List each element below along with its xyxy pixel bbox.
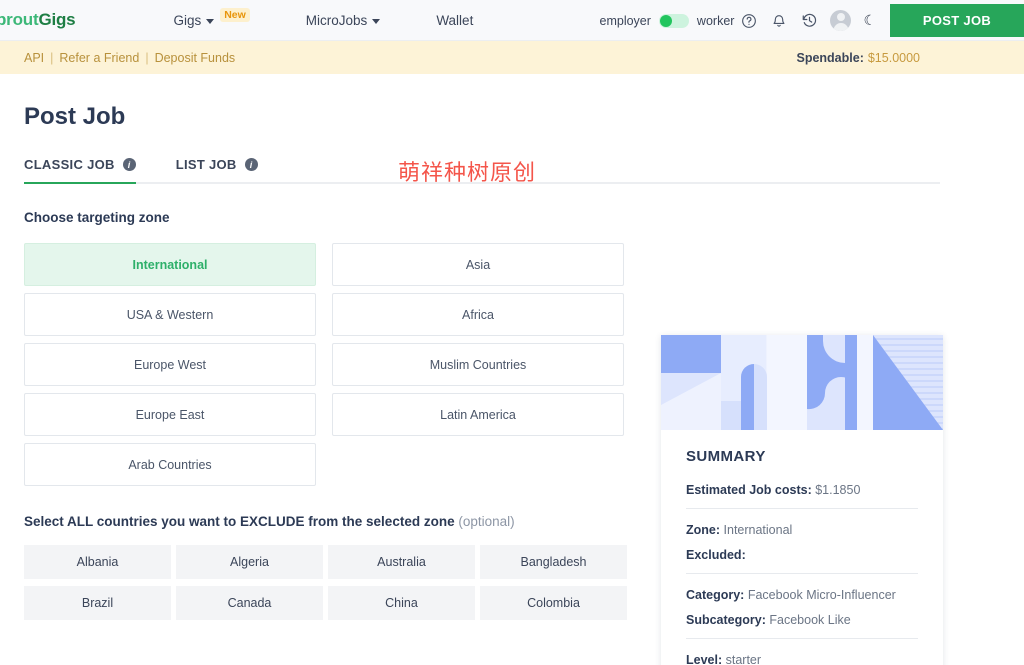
summary-row-zone: Zone: International bbox=[686, 523, 918, 537]
summary-row-level: Level: starter bbox=[686, 653, 918, 665]
main-nav: Gigs New MicroJobs Wallet bbox=[173, 8, 529, 28]
link-api[interactable]: API bbox=[24, 51, 44, 65]
logo-text-dark: Gigs bbox=[38, 10, 76, 29]
tab-classic-job-label: CLASSIC JOB bbox=[24, 157, 115, 172]
summary-key: Subcategory: bbox=[686, 613, 766, 627]
summary-key: Estimated Job costs: bbox=[686, 483, 812, 497]
summary-value: International bbox=[723, 523, 793, 537]
summary-row-estimated-cost: Estimated Job costs: $1.1850 bbox=[686, 483, 918, 497]
summary-value: Facebook Like bbox=[769, 613, 851, 627]
spendable-label: Spendable: bbox=[796, 50, 864, 65]
country-chip-albania[interactable]: Albania bbox=[24, 545, 171, 579]
page-content: Post Job 萌祥种树原创 CLASSIC JOB i LIST JOB i… bbox=[0, 103, 1024, 665]
post-job-button[interactable]: POST JOB bbox=[890, 4, 1024, 37]
secondary-bar: API | Refer a Friend | Deposit Funds Spe… bbox=[0, 41, 1024, 74]
zone-option-usa-western[interactable]: USA & Western bbox=[24, 293, 316, 336]
summary-value: starter bbox=[725, 653, 762, 665]
watermark-text: 萌祥种树原创 bbox=[398, 160, 537, 185]
zone-option-africa[interactable]: Africa bbox=[332, 293, 624, 336]
summary-key: Category: bbox=[686, 588, 745, 602]
info-icon[interactable]: i bbox=[244, 158, 258, 171]
nav-item-wallet-label: Wallet bbox=[436, 12, 474, 28]
page-title: Post Job bbox=[24, 103, 126, 130]
history-icon[interactable] bbox=[794, 0, 824, 41]
chevron-down-icon bbox=[372, 18, 381, 24]
help-circle-icon[interactable] bbox=[734, 0, 764, 41]
summary-row-category: Category: Facebook Micro-Influencer bbox=[686, 588, 918, 602]
tab-list-job[interactable]: LIST JOB i bbox=[176, 157, 258, 182]
country-chip-china[interactable]: China bbox=[328, 586, 475, 620]
zone-option-muslim-countries[interactable]: Muslim Countries bbox=[332, 343, 624, 386]
summary-body: SUMMARY Estimated Job costs: $1.1850 Zon… bbox=[661, 430, 943, 665]
top-bar-actions: employer worker ☾ POST JOB bbox=[600, 0, 1024, 41]
zone-option-latin-america[interactable]: Latin America bbox=[332, 393, 624, 436]
zone-option-asia[interactable]: Asia bbox=[332, 243, 624, 286]
summary-key: Excluded: bbox=[686, 548, 746, 562]
nav-item-wallet[interactable]: Wallet bbox=[436, 13, 473, 28]
moon-icon[interactable]: ☾ bbox=[863, 12, 876, 29]
exclude-heading-text: Select ALL countries you want to EXCLUDE… bbox=[24, 514, 455, 529]
top-navigation-bar: proutGigs Gigs New MicroJobs Wallet empl… bbox=[0, 0, 1024, 41]
bell-icon[interactable] bbox=[764, 0, 794, 41]
summary-value: $1.1850 bbox=[815, 483, 861, 497]
divider bbox=[686, 573, 918, 574]
nav-item-microjobs-label: MicroJobs bbox=[305, 12, 368, 28]
spendable-value: $15.0000 bbox=[867, 50, 920, 65]
divider bbox=[686, 508, 918, 509]
tab-classic-job[interactable]: CLASSIC JOB i bbox=[24, 157, 136, 184]
choose-zone-heading: Choose targeting zone bbox=[24, 210, 170, 225]
avatar[interactable] bbox=[830, 10, 852, 31]
info-icon[interactable]: i bbox=[122, 158, 136, 171]
zone-option-europe-east[interactable]: Europe East bbox=[24, 393, 316, 436]
country-chip-bangladesh[interactable]: Bangladesh bbox=[480, 545, 627, 579]
zone-option-arab-countries[interactable]: Arab Countries bbox=[24, 443, 316, 486]
site-logo[interactable]: proutGigs bbox=[0, 10, 76, 30]
summary-row-excluded: Excluded: bbox=[686, 548, 918, 562]
decorative-banner-image bbox=[661, 335, 943, 430]
exclude-optional-text: (optional) bbox=[458, 514, 515, 529]
summary-key: Level: bbox=[686, 653, 723, 665]
role-switcher[interactable]: employer worker bbox=[600, 13, 735, 28]
country-chip-colombia[interactable]: Colombia bbox=[480, 586, 627, 620]
summary-heading: SUMMARY bbox=[686, 448, 766, 465]
nav-item-microjobs[interactable]: MicroJobs bbox=[306, 13, 381, 28]
zone-option-europe-west[interactable]: Europe West bbox=[24, 343, 316, 386]
divider bbox=[686, 638, 918, 639]
role-employer-label[interactable]: employer bbox=[600, 14, 651, 28]
divider: | bbox=[50, 50, 54, 65]
summary-panel: SUMMARY Estimated Job costs: $1.1850 Zon… bbox=[661, 335, 943, 665]
logo-text-light: prout bbox=[0, 10, 39, 29]
country-chip-brazil[interactable]: Brazil bbox=[24, 586, 171, 620]
link-deposit-funds[interactable]: Deposit Funds bbox=[155, 51, 236, 65]
nav-item-gigs[interactable]: Gigs New bbox=[173, 8, 250, 28]
summary-key: Zone: bbox=[686, 523, 721, 537]
country-chip-australia[interactable]: Australia bbox=[328, 545, 475, 579]
toggle-knob bbox=[659, 14, 672, 27]
country-chip-algeria[interactable]: Algeria bbox=[176, 545, 323, 579]
new-badge: New bbox=[220, 8, 250, 22]
zone-option-international[interactable]: International bbox=[24, 243, 316, 286]
role-toggle-switch[interactable] bbox=[658, 13, 689, 28]
divider: | bbox=[145, 50, 149, 65]
tab-list-job-label: LIST JOB bbox=[175, 157, 237, 172]
link-refer-a-friend[interactable]: Refer a Friend bbox=[59, 51, 139, 65]
country-chip-canada[interactable]: Canada bbox=[176, 586, 323, 620]
chevron-down-icon bbox=[206, 18, 215, 24]
summary-row-subcategory: Subcategory: Facebook Like bbox=[686, 613, 918, 627]
nav-item-gigs-label: Gigs bbox=[173, 12, 202, 28]
role-worker-label[interactable]: worker bbox=[697, 14, 735, 28]
targeting-zone-grid: International Asia USA & Western Africa … bbox=[24, 243, 624, 486]
summary-value: Facebook Micro-Influencer bbox=[747, 588, 896, 602]
spendable-balance: Spendable: $15.0000 bbox=[796, 51, 920, 65]
